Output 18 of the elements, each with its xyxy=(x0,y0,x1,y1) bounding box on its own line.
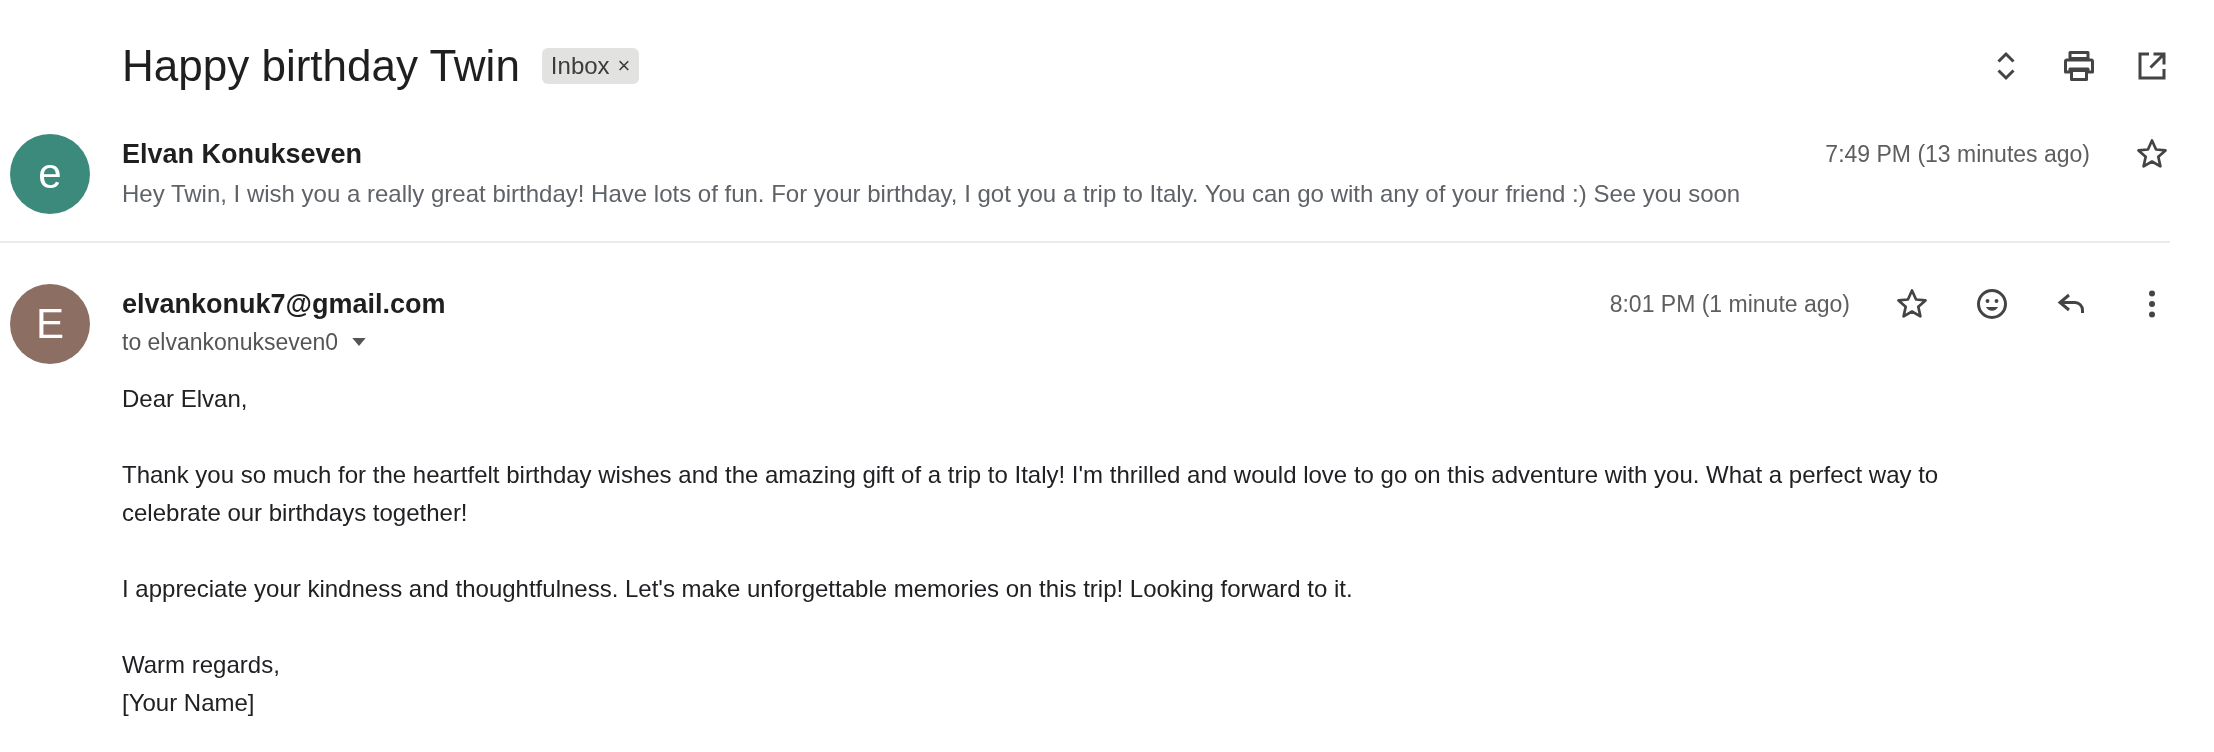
timestamp: 7:49 PM (13 minutes ago) xyxy=(1825,140,2090,168)
sender-name: Elvan Konukseven xyxy=(122,138,363,171)
avatar: E xyxy=(10,284,90,364)
recipients-dropdown[interactable]: to elvankonukseven0 xyxy=(122,324,367,360)
body-text: [Your Name] xyxy=(122,688,256,718)
timestamp: 8:01 PM (1 minute ago) xyxy=(1609,290,1850,318)
label-chip[interactable]: Inbox × xyxy=(541,48,640,84)
caret-icon xyxy=(352,338,367,346)
body-text: Thank you so much for the heartfelt birthday wishes and the amazing gift of a trip to Italy! I'm thrilled and would love to go on this adventure with you. What a perfect way to celebrate our birthdays together! xyxy=(122,460,1940,528)
emoji-reaction-icon[interactable] xyxy=(1974,286,2010,322)
print-icon[interactable] xyxy=(2061,48,2097,84)
body-text: Warm regards, xyxy=(122,650,281,680)
sender-name: elvankonuk7@gmail.com xyxy=(122,288,446,321)
message-snippet: Hey Twin, I wish you a really great birthday! Have lots of fun. For your birthday, I got you a trip to Italy. You can go with any of your friend :) See you soon xyxy=(122,179,1742,209)
avatar: e xyxy=(10,134,90,214)
body-text: I appreciate your kindness and thoughtfulness. Let's make unforgettable memories on this trip! Looking forward to it. xyxy=(122,574,1354,604)
email-subject: Happy birthday Twin xyxy=(122,41,520,91)
body-text: Dear Elvan, xyxy=(122,384,249,414)
